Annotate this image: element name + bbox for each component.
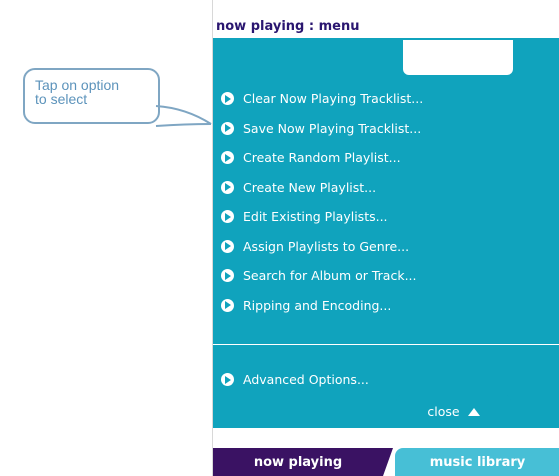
menu-item-label: Assign Playlists to Genre...: [243, 238, 410, 254]
chevron-up-icon: [467, 407, 480, 416]
menu-panel: now playing : menu Clear Now Playing Tra…: [212, 0, 559, 476]
menu-item-label: Ripping and Encoding...: [243, 297, 392, 313]
play-arrow-icon: [221, 121, 234, 135]
menu-item-random-playlist[interactable]: Create Random Playlist...: [213, 143, 559, 173]
menu-item-label: Edit Existing Playlists...: [243, 209, 388, 225]
menu-item-new-playlist[interactable]: Create New Playlist...: [213, 173, 559, 203]
menu-item-advanced-options[interactable]: Advanced Options...: [213, 365, 559, 395]
header-tab-notch: [403, 40, 513, 75]
play-arrow-icon: [221, 180, 234, 194]
menu-item-label: Search for Album or Track...: [243, 268, 417, 284]
advanced-options-row: Advanced Options...: [213, 365, 559, 395]
callout-pointer: [155, 105, 212, 127]
menu-item-label: Save Now Playing Tracklist...: [243, 120, 422, 136]
menu-item-search[interactable]: Search for Album or Track...: [213, 261, 559, 291]
menu-item-ripping[interactable]: Ripping and Encoding...: [213, 291, 559, 321]
menu-item-assign-genre[interactable]: Assign Playlists to Genre...: [213, 232, 559, 262]
menu-header: now playing : menu: [213, 0, 559, 40]
tab-now-playing-label: now playing: [253, 454, 343, 470]
play-arrow-icon: [221, 239, 234, 253]
close-button[interactable]: close: [396, 395, 511, 428]
menu-divider: [213, 344, 559, 345]
page-title: now playing : menu: [216, 19, 360, 34]
play-arrow-icon: [221, 298, 234, 312]
play-arrow-icon: [221, 92, 234, 106]
tab-now-playing[interactable]: now playing: [213, 448, 393, 476]
menu-item-label: Create New Playlist...: [243, 179, 377, 195]
menu-item-edit-playlists[interactable]: Edit Existing Playlists...: [213, 202, 559, 232]
tip-text: Tap on option to select: [35, 78, 119, 106]
close-label: close: [427, 404, 460, 419]
play-arrow-icon: [221, 373, 234, 387]
play-arrow-icon: [221, 151, 234, 165]
menu-item-clear-tracklist[interactable]: Clear Now Playing Tracklist...: [213, 84, 559, 114]
menu-item-label: Advanced Options...: [243, 372, 369, 388]
menu-item-label: Create Random Playlist...: [243, 150, 401, 166]
menu-item-save-tracklist[interactable]: Save Now Playing Tracklist...: [213, 114, 559, 144]
tip-callout: Tap on option to select: [23, 68, 160, 124]
play-arrow-icon: [221, 210, 234, 224]
tip-line-2: to select: [35, 91, 88, 107]
menu-list: Clear Now Playing Tracklist... Save Now …: [213, 84, 559, 320]
play-arrow-icon: [221, 269, 234, 283]
tab-music-library-label: music library: [429, 454, 526, 470]
tab-music-library[interactable]: music library: [395, 448, 559, 476]
menu-item-label: Clear Now Playing Tracklist...: [243, 91, 424, 107]
